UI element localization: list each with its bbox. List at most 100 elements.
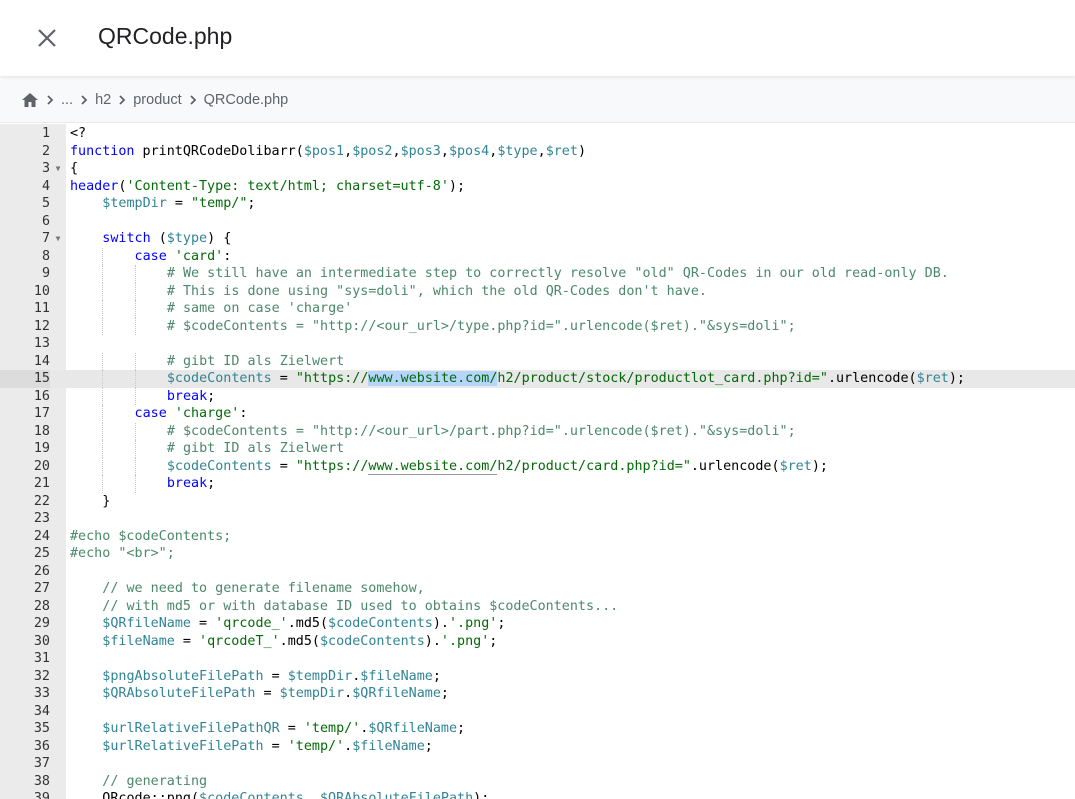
line-number: 16 <box>33 388 50 404</box>
indent-guide <box>102 317 104 335</box>
code-token: # $codeContents = "http://<our_url>/part… <box>166 423 796 439</box>
code-token: // we need to generate filename somehow, <box>102 581 425 596</box>
code-line[interactable]: 17 case 'charge': <box>0 405 1075 423</box>
line-number: 8 <box>41 248 50 264</box>
line-code: # gibt ID als Zielwert <box>167 353 344 371</box>
code-token: $pos4 <box>448 143 490 159</box>
code-line[interactable]: 18 # $codeContents = "http://<our_url>/pa… <box>0 422 1075 441</box>
code-line[interactable]: 12 # $codeContents = "http://<our_url>/ty… <box>0 317 1075 335</box>
code-line[interactable]: 27 // we need to generate filename someho… <box>0 580 1075 598</box>
line-code: function printQRCodeDolibarr($pos1,$pos2… <box>70 143 586 161</box>
code-line[interactable]: 24 #echo $codeContents; <box>0 528 1075 546</box>
code-line[interactable]: 20 $codeContents = "https://www.website.c… <box>0 457 1075 476</box>
line-code: # same on case 'charge' <box>167 300 352 318</box>
chevron-right-icon <box>43 93 57 107</box>
code-token: $pngAbsoluteFilePath <box>102 668 264 684</box>
fold-toggle-icon[interactable]: ▼ <box>53 160 63 178</box>
code-line[interactable]: 14 # gibt ID als Zielwert <box>0 352 1075 371</box>
code-line[interactable]: 21 break; <box>0 475 1075 493</box>
code-token: ); <box>811 458 828 474</box>
code-token: $QRAbsoluteFilePath <box>102 686 256 701</box>
code-line[interactable]: 35 $urlRelativeFilePathQR = 'temp/'.$QRfi… <box>0 720 1075 738</box>
code-token: $pos3 <box>400 143 441 159</box>
code-token: '.png' <box>440 633 490 649</box>
fold-toggle-icon[interactable]: ▼ <box>53 230 63 248</box>
code-line[interactable]: 32 $pngAbsoluteFilePath = $tempDir.$fileN… <box>0 668 1075 686</box>
code-line[interactable]: 3 ▼ { <box>0 160 1075 178</box>
code-line[interactable]: 22} <box>0 493 1075 511</box>
code-token: ( <box>150 231 167 246</box>
line-code: #echo $codeContents; <box>70 528 231 546</box>
code-line[interactable]: 5 $tempDir = "temp/"; <box>0 195 1075 213</box>
code-token: $codeContents <box>199 791 304 799</box>
breadcrumb-item-current: QRCode.php <box>203 91 289 108</box>
code-token: '.png' <box>448 616 498 631</box>
code-line[interactable]: 25 #echo "<br>"; <box>0 545 1075 563</box>
code-line[interactable]: 39 QRcode::png($codeContents, $QRAbsolute… <box>0 790 1075 799</box>
indent-guide <box>102 247 104 265</box>
code-line[interactable]: 13 <box>0 335 1075 353</box>
code-line[interactable]: 38 // generating <box>0 773 1075 791</box>
code-token: switch <box>102 231 151 246</box>
code-token: $fileName <box>102 633 175 649</box>
line-number: 5 <box>41 196 50 211</box>
line-number: 38 <box>33 773 50 789</box>
code-token: $QRfileName <box>352 686 441 701</box>
code-line[interactable]: 28 // with md5 or with database ID used t… <box>0 598 1075 616</box>
code-line[interactable]: 31 <box>0 650 1075 668</box>
code-line[interactable]: 23 <box>0 510 1075 528</box>
code-line[interactable]: 11 # same on case 'charge' <box>0 300 1075 318</box>
code-line[interactable]: 1 <? <box>0 125 1075 143</box>
code-editor[interactable]: 1 <? 2 function printQRCodeDolibarr($pos1,$… <box>0 124 1075 799</box>
code-line[interactable]: 29 $QRfileName = 'qrcode_'.md5($codeConte… <box>0 615 1075 633</box>
code-token: 'card' <box>174 248 224 264</box>
line-code: $QRfileName = 'qrcode_'.md5($codeContent… <box>102 615 505 633</box>
code-token: , <box>344 143 353 159</box>
code-line[interactable]: 9 # We still have an intermediate step to… <box>0 265 1075 283</box>
code-line[interactable]: 19 # gibt ID als Zielwert <box>0 440 1075 458</box>
code-line[interactable]: 6 <box>0 213 1075 231</box>
breadcrumb-item-ellipsis[interactable]: ... <box>59 92 75 108</box>
code-line[interactable]: 36 $urlRelativeFilePath = 'temp/'.$fileNa… <box>0 738 1075 756</box>
code-line[interactable]: 2 function printQRCodeDolibarr($pos1,$pos… <box>0 143 1075 161</box>
line-number: 15 <box>0 370 50 388</box>
breadcrumb-item-h2[interactable]: h2 <box>93 92 113 108</box>
code-token: header <box>70 178 119 194</box>
line-code: # $codeContents = "http://<our_url>/part… <box>167 423 796 441</box>
code-line[interactable]: 7 ▼ switch ($type) { <box>0 230 1075 248</box>
code-token: ; <box>207 476 216 491</box>
close-button[interactable] <box>30 21 64 55</box>
code-token: = <box>263 668 288 684</box>
line-number: 21 <box>33 476 50 491</box>
line-number: 28 <box>33 598 50 614</box>
code-line[interactable]: 10 # This is done using "sys=doli", which… <box>0 282 1075 300</box>
breadcrumb-item-product[interactable]: product <box>131 92 183 108</box>
code-token: ). <box>424 633 441 649</box>
code-line[interactable]: 33 $QRAbsoluteFilePath = $tempDir.$QRfile… <box>0 685 1075 703</box>
line-code: break; <box>167 388 215 406</box>
code-line[interactable]: 4 header('Content-Type: text/html; charse… <box>0 178 1075 196</box>
line-code: $codeContents = "https://www.website.com… <box>167 458 828 476</box>
code-token: = <box>271 371 296 386</box>
code-line[interactable]: 34 <box>0 703 1075 721</box>
code-line[interactable]: 37 <box>0 755 1075 773</box>
code-token: # $codeContents = "http://<our_url>/type… <box>166 318 796 334</box>
code-token: #echo "<br>"; <box>70 546 175 561</box>
code-token: # We still have an intermediate step to … <box>166 266 949 281</box>
code-token: = <box>174 633 200 649</box>
indent-guide <box>134 422 136 440</box>
code-line[interactable]: 26 <box>0 563 1075 581</box>
home-icon[interactable] <box>21 91 39 109</box>
code-token: ); <box>473 791 490 799</box>
code-line[interactable]: 8 case 'card': <box>0 247 1075 265</box>
line-code: <? <box>70 125 86 143</box>
code-line[interactable]: 16 break; <box>0 387 1075 406</box>
line-number: 13 <box>33 336 50 351</box>
code-token: , <box>440 143 449 159</box>
code-line[interactable]: 30 $fileName = 'qrcodeT_'.md5($codeConten… <box>0 633 1075 651</box>
code-line[interactable]: 15 $codeContents = "https://www.website.c… <box>0 370 1075 388</box>
code-token: $fileName <box>360 668 433 684</box>
code-token: 'temp/' <box>287 738 345 754</box>
line-number: 34 <box>33 703 50 719</box>
